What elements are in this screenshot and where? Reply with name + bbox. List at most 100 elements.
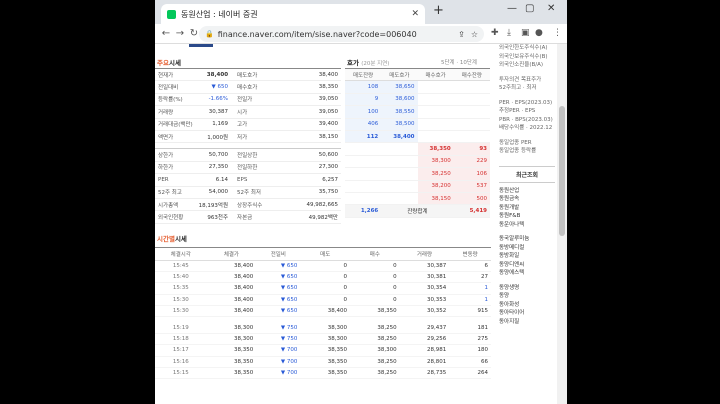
timeline-row: 15:45 38,400 ▼ 650 0 0 30,387 6: [155, 260, 491, 273]
orderbook-level-links[interactable]: 5단계 · 10단계: [441, 58, 477, 66]
quote-row: 시가총액 18,193억원 상장주식수 49,982,665: [155, 198, 341, 212]
timeline-cell: 264: [449, 367, 491, 379]
timeline-cell: 0: [350, 271, 400, 284]
quote-cell: 49,982백만: [269, 210, 341, 224]
timeline-header: 매수: [350, 247, 400, 261]
empty-cell: [381, 167, 418, 181]
change-value: 750: [286, 336, 298, 343]
timeline-cell: 15:19: [155, 322, 207, 335]
ask-price: 38,550: [381, 105, 418, 119]
timeline-cell: ▼ 650: [256, 282, 301, 295]
sidebar-item[interactable]: 동원개발: [499, 204, 555, 213]
quote-section-title: 주요시세: [157, 57, 181, 67]
sidebar-item[interactable]: 동양: [499, 292, 555, 301]
timeline-cell: 66: [449, 356, 491, 368]
quote-cell: -1.66%: [195, 93, 232, 107]
orderbook-header: 매수잔량: [453, 68, 490, 82]
timeline-cell: 38,350: [300, 356, 351, 368]
timeline-cell: 38,400: [206, 260, 257, 273]
timeline-cell: 38,350: [300, 344, 351, 357]
change-value: 650: [286, 274, 298, 281]
sidebar-item[interactable]: 동양에스텍: [499, 269, 555, 278]
timeline-cell: 38,300: [206, 322, 257, 335]
sidebar-item[interactable]: 동원F&B: [499, 212, 555, 221]
forward-icon[interactable]: →: [173, 28, 187, 39]
quote-cell: 6.14: [195, 173, 232, 187]
sidebar-item[interactable]: 동양생명: [499, 284, 555, 293]
sidepanel-icon[interactable]: ▣: [521, 28, 530, 38]
quote-cell: 39,050: [269, 105, 341, 119]
timeline-cell: 30,353: [399, 294, 450, 306]
timeline-cell: 15:18: [155, 333, 207, 346]
quote-cell: 52주 최고: [155, 186, 196, 199]
total-label: 잔량합계: [381, 204, 454, 218]
orderbook-ask-row: 9 38,600: [345, 93, 490, 107]
empty-cell: [381, 180, 418, 193]
quote-row: 현재가 38,400 매도호가 38,400: [155, 68, 341, 82]
back-icon[interactable]: ←: [159, 28, 173, 39]
timeline-header-row: 체결시각 체결가 전일비 매도 매수 거래량 변동량: [155, 247, 491, 261]
change-value: 700: [286, 358, 298, 365]
timeline-cell: 275: [449, 333, 491, 346]
quote-table: 현재가 38,400 매도호가 38,400 전일대비 ▼ 650 매수호가 38,350 등락…: [155, 68, 341, 224]
browser-tab[interactable]: 동원산업 : 네이버 증권 ✕: [161, 4, 425, 24]
timeline-cell: 38,400: [206, 294, 257, 306]
quote-cell: 상한가: [155, 148, 196, 162]
quote-cell: 매수호가: [231, 80, 270, 94]
change-value: 650: [286, 285, 298, 292]
quote-cell: 외국인현황: [155, 210, 196, 224]
bid-qty: 500: [453, 192, 490, 206]
sidebar-item[interactable]: 동운아나텍: [499, 221, 555, 230]
sidebar-item[interactable]: 동방화일: [499, 252, 555, 261]
timeline-cell: 15:16: [155, 356, 207, 368]
timeline-cell: 38,400: [206, 305, 257, 317]
timeline-cell: ▼ 750: [256, 333, 301, 346]
timeline-cell: ▼ 650: [256, 260, 301, 273]
address-bar[interactable]: 🔒 finance.naver.com/item/sise.naver?code…: [199, 26, 484, 42]
timeline-cell: 15:35: [155, 282, 207, 295]
maximize-icon[interactable]: ▢: [525, 3, 534, 14]
timeline-cell: 0: [300, 260, 351, 273]
quote-row: 등락률(%) -1.66% 전일가 39,050: [155, 93, 341, 107]
scrollbar-thumb[interactable]: [559, 106, 565, 236]
sidebar-item[interactable]: 동양디엔씨: [499, 261, 555, 270]
page-scrollbar[interactable]: [557, 44, 567, 404]
close-window-icon[interactable]: ✕: [547, 3, 555, 14]
quote-cell: 39,400: [269, 118, 341, 131]
sidebar-item: 동일업종 등락률: [499, 148, 537, 154]
timeline-cell: 15:17: [155, 344, 207, 357]
extensions-icon[interactable]: ✚: [491, 28, 499, 38]
sidebar-item[interactable]: 동국알루미늄: [499, 235, 555, 244]
sidebar-item[interactable]: 동원산업: [499, 187, 555, 196]
empty-cell: [345, 180, 382, 193]
sidebar-item[interactable]: 동아지질: [499, 318, 555, 327]
sidebar-item: 외국인한도주식수(A): [499, 45, 548, 51]
minimize-icon[interactable]: —: [507, 3, 517, 14]
new-tab-icon[interactable]: +: [433, 3, 444, 18]
quote-cell: PER: [155, 173, 196, 187]
timeline-cell: 38,350: [300, 367, 351, 379]
timeline-cell: 27: [449, 271, 491, 284]
bookmark-star-icon[interactable]: ☆: [471, 30, 478, 39]
profile-icon[interactable]: ●: [535, 28, 543, 38]
menu-icon[interactable]: ⋮: [553, 28, 562, 38]
sidebar-item[interactable]: 동원금속: [499, 195, 555, 204]
sidebar-item[interactable]: 동아화성: [499, 301, 555, 310]
bid-qty: 106: [453, 167, 490, 181]
share-icon[interactable]: ⇪: [458, 30, 465, 39]
quote-cell: 시가: [231, 105, 270, 119]
timeline-cell: 6: [449, 260, 491, 273]
close-tab-icon[interactable]: ✕: [411, 9, 419, 19]
orderbook-bid-row: 38,350 93: [345, 142, 490, 156]
sidebar-item: 외국인소진율(B/A): [499, 62, 544, 68]
sidebar-item[interactable]: 동방메디컬: [499, 244, 555, 253]
download-icon[interactable]: ⤓: [507, 28, 511, 38]
timeline-header: 매도: [300, 247, 351, 261]
quote-cell: 52주 최저: [231, 186, 270, 199]
timeline-cell: 0: [350, 294, 400, 306]
main-column: 주요시세 현재가 38,400 매도호가 38,400 전일대비 ▼ 650 매수호가 38,…: [155, 44, 495, 404]
ask-qty: 108: [345, 80, 382, 94]
timeline-cell: 38,300: [300, 322, 351, 335]
empty-cell: [345, 167, 382, 181]
sidebar-item[interactable]: 동아타이어: [499, 309, 555, 318]
